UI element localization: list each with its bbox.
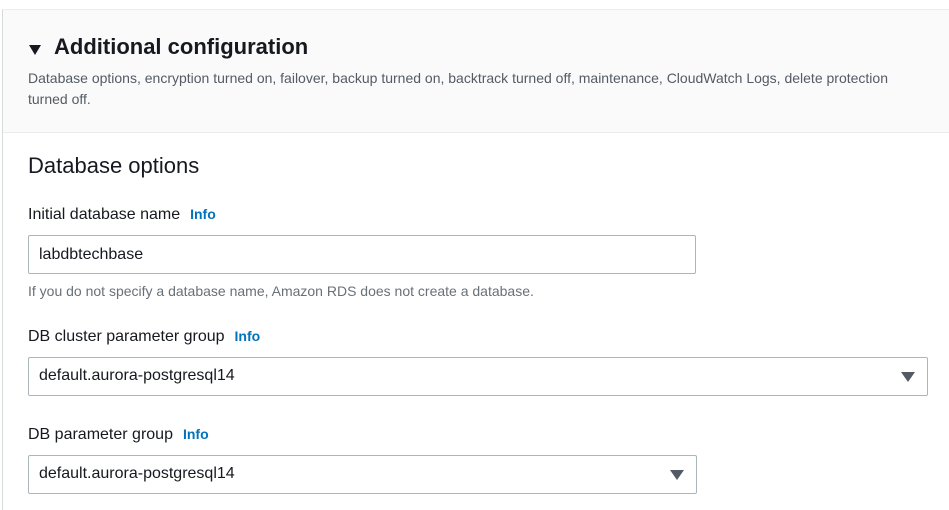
caret-down-icon[interactable] <box>28 43 42 57</box>
db-parameter-group-info-link[interactable]: Info <box>183 426 209 442</box>
db-parameter-group-select[interactable]: default.aurora-postgresql14 <box>28 455 697 494</box>
dropdown-arrow-icon <box>901 372 915 382</box>
database-options-title: Database options <box>28 153 200 178</box>
additional-configuration-title[interactable]: Additional configuration <box>54 34 308 60</box>
db-cluster-parameter-group-info-link[interactable]: Info <box>235 328 261 344</box>
additional-configuration-header[interactable]: Additional configuration Database option… <box>3 10 949 133</box>
db-cluster-parameter-group-value: default.aurora-postgresql14 <box>39 367 235 384</box>
additional-configuration-panel: Additional configuration Database option… <box>2 9 949 510</box>
initial-database-name-info-link[interactable]: Info <box>190 206 216 222</box>
dropdown-arrow-icon <box>670 470 684 480</box>
db-parameter-group-value: default.aurora-postgresql14 <box>39 465 235 482</box>
initial-database-name-label-text: Initial database name <box>28 206 181 223</box>
db-parameter-group-label: DB parameter group Info <box>28 426 209 444</box>
initial-database-name-label: Initial database name Info <box>28 206 216 224</box>
db-parameter-group-label-text: DB parameter group <box>28 426 173 443</box>
additional-configuration-description: Database options, encryption turned on, … <box>28 70 888 107</box>
initial-database-name-input[interactable] <box>28 235 696 274</box>
db-cluster-parameter-group-label: DB cluster parameter group Info <box>28 328 260 346</box>
initial-database-name-hint: If you do not specify a database name, A… <box>28 283 534 299</box>
db-cluster-parameter-group-label-text: DB cluster parameter group <box>28 328 225 345</box>
db-cluster-parameter-group-select[interactable]: default.aurora-postgresql14 <box>28 357 928 396</box>
